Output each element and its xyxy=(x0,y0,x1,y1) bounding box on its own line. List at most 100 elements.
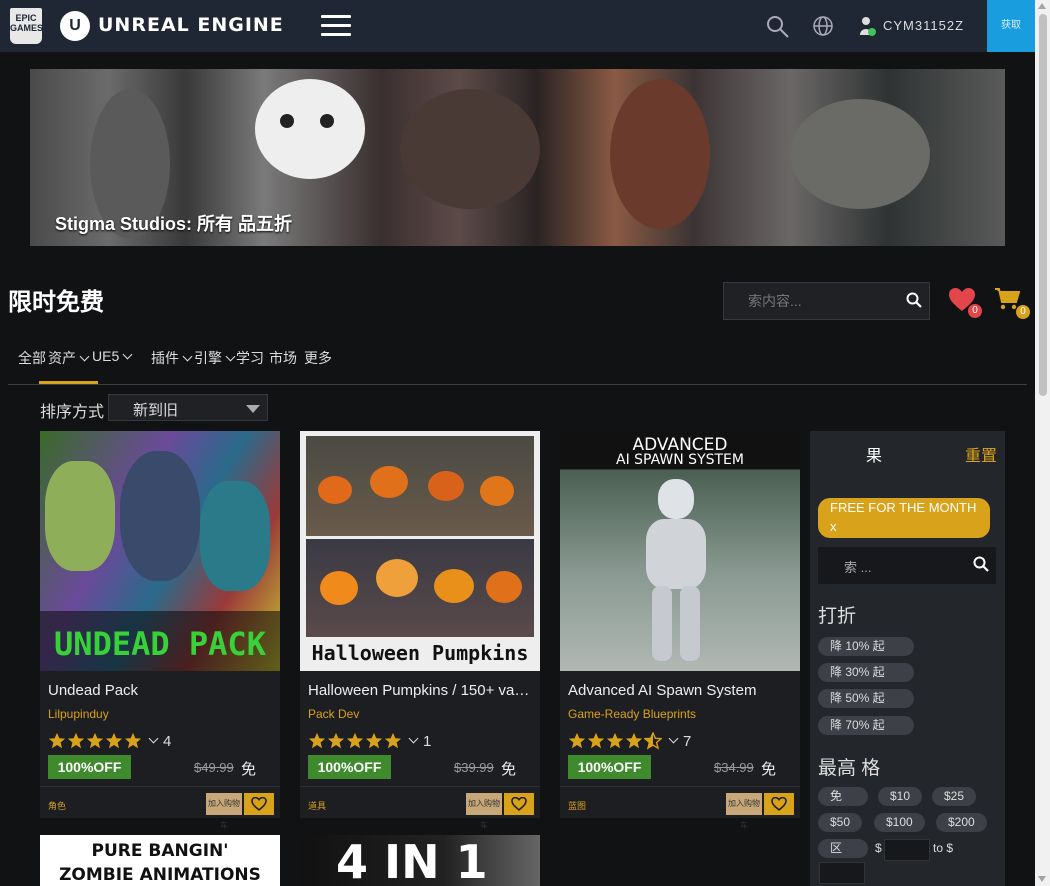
discount-option[interactable]: 降 30% 起 xyxy=(818,663,914,682)
reset-filters-button[interactable]: 重置 xyxy=(965,442,997,466)
unreal-engine-logo-icon[interactable]: U xyxy=(60,11,90,41)
original-price: $39.99 xyxy=(454,760,494,775)
discount-option[interactable]: 降 10% 起 xyxy=(818,637,914,656)
add-to-cart-button[interactable]: 加入购物车 xyxy=(206,793,242,830)
heart-icon xyxy=(251,797,267,811)
rating-stars: 7 xyxy=(568,730,691,752)
thumbnail-title-line2: ZOMBIE ANIMATIONS xyxy=(59,865,261,885)
product-card[interactable]: Halloween Pumpkins Halloween Pumpkins / … xyxy=(300,431,540,830)
chevron-down-icon xyxy=(122,349,133,360)
epic-games-logo[interactable]: EPIC GAMES xyxy=(10,8,44,44)
site-title[interactable]: UNREAL ENGINE xyxy=(98,14,284,36)
price-option[interactable]: $10 xyxy=(878,787,923,806)
product-seller[interactable]: Lilpupinduy xyxy=(48,707,109,721)
original-price: $34.99 xyxy=(714,760,754,775)
star-icon xyxy=(86,732,104,749)
price-option[interactable]: 免 xyxy=(818,787,868,806)
scroll-up-arrow-icon[interactable] xyxy=(1038,3,1046,9)
search-input[interactable] xyxy=(724,283,899,319)
add-to-cart-button[interactable]: 加入购物车 xyxy=(726,793,762,830)
sale-price: 免 xyxy=(761,761,777,778)
product-thumbnail[interactable]: ADVANCED AI SPAWN SYSTEM xyxy=(560,431,800,671)
wishlist-button[interactable] xyxy=(504,793,534,815)
add-to-cart-button[interactable]: 加入购物车 xyxy=(466,793,502,830)
content-search[interactable] xyxy=(723,282,930,320)
tab-ue5[interactable]: UE5 xyxy=(92,348,133,384)
menu-icon[interactable] xyxy=(321,15,351,37)
active-filter-chip[interactable]: FREE FOR THE MONTH x xyxy=(818,498,990,538)
user-icon[interactable] xyxy=(857,15,877,37)
price-min-input[interactable] xyxy=(884,839,930,861)
product-name[interactable]: Halloween Pumpkins / 150+ variations xyxy=(308,682,534,699)
sale-price: 免 xyxy=(501,761,517,778)
product-name[interactable]: Undead Pack xyxy=(48,682,274,699)
filter-panel: 果 重置 FREE FOR THE MONTH x 索 ... 打折 降 10%… xyxy=(810,431,1005,886)
thumbnail-title: UNDEAD PACK xyxy=(54,625,266,663)
product-thumbnail[interactable]: 4 IN 1 xyxy=(300,835,540,886)
epic-logo-text: EPIC GAMES xyxy=(10,13,44,33)
product-thumbnail[interactable]: UNDEAD PACK xyxy=(40,431,280,671)
price-option[interactable]: $200 xyxy=(936,813,987,832)
tab-learn[interactable]: 学习 xyxy=(236,348,264,384)
globe-icon[interactable] xyxy=(812,15,834,37)
product-thumbnail[interactable]: Halloween Pumpkins xyxy=(300,431,540,671)
get-button[interactable]: 获取 xyxy=(987,0,1035,52)
chevron-down-icon[interactable] xyxy=(408,733,419,743)
discount-badge: 100%OFF xyxy=(308,755,391,779)
product-card[interactable]: UNDEAD PACK Undead Pack Lilpupinduy 4 10… xyxy=(40,431,280,830)
chevron-down-icon xyxy=(182,351,193,362)
thumbnail-title: Halloween Pumpkins xyxy=(311,641,529,665)
tab-more[interactable]: 更多 xyxy=(304,348,332,384)
rating-count: 7 xyxy=(683,732,692,750)
product-name[interactable]: Advanced AI Spawn System xyxy=(568,682,794,699)
range-to-label: to $ xyxy=(933,841,954,855)
tab-market[interactable]: 市场 xyxy=(269,348,297,384)
tab-engine[interactable]: 引擎 xyxy=(194,348,236,384)
tab-plugins[interactable]: 插件 xyxy=(151,348,193,384)
dropdown-arrow-icon xyxy=(246,405,260,413)
sort-dropdown[interactable]: 新到旧 xyxy=(108,394,268,421)
product-category[interactable]: 角色 xyxy=(48,799,66,812)
rating-count: 1 xyxy=(423,732,432,750)
chevron-down-icon[interactable] xyxy=(668,733,679,743)
chevron-down-icon[interactable] xyxy=(148,733,159,743)
star-icon xyxy=(346,732,364,749)
search-icon[interactable] xyxy=(906,292,922,308)
scrollbar-thumb[interactable] xyxy=(1039,14,1047,396)
star-icon xyxy=(105,732,123,749)
discount-option[interactable]: 降 50% 起 xyxy=(818,689,914,708)
wishlist-button[interactable] xyxy=(764,793,794,815)
price-option[interactable]: $100 xyxy=(874,813,925,832)
price-option[interactable]: $50 xyxy=(818,813,863,832)
price-range-button[interactable]: 区 xyxy=(818,839,868,858)
skull-shape xyxy=(255,79,365,179)
heart-icon xyxy=(771,797,787,811)
chevron-down-icon xyxy=(79,351,90,362)
scroll-down-arrow-icon[interactable] xyxy=(1038,876,1046,882)
star-icon xyxy=(606,732,624,749)
product-category[interactable]: 道具 xyxy=(308,799,326,812)
filter-search-placeholder: 索 ... xyxy=(844,560,872,575)
tab-assets[interactable]: 资产 xyxy=(39,348,98,384)
user-name[interactable]: CYM31152Z xyxy=(883,18,964,33)
price-option[interactable]: $25 xyxy=(932,787,977,806)
discount-section-title: 打折 xyxy=(818,606,857,627)
price-max-input[interactable] xyxy=(819,862,865,884)
product-category[interactable]: 蓝图 xyxy=(568,799,586,812)
product-seller[interactable]: Pack Dev xyxy=(308,707,359,721)
search-icon[interactable] xyxy=(973,556,989,572)
price-section-title: 最高 格 xyxy=(818,758,881,779)
product-thumbnail[interactable]: PURE BANGIN' ZOMBIE ANIMATIONS xyxy=(40,835,280,886)
product-seller[interactable]: Game-Ready Blueprints xyxy=(568,707,696,721)
wishlist-button[interactable] xyxy=(244,793,274,815)
star-icon xyxy=(308,732,326,749)
search-icon[interactable] xyxy=(765,14,791,40)
discount-option[interactable]: 降 70% 起 xyxy=(818,716,914,735)
filter-search[interactable]: 索 ... xyxy=(818,547,996,584)
product-card[interactable]: ADVANCED AI SPAWN SYSTEM Advanced AI Spa… xyxy=(560,431,800,830)
star-icon xyxy=(568,732,586,749)
sort-selected-value: 新到旧 xyxy=(133,402,179,419)
star-icon xyxy=(327,732,345,749)
range-from-label: $ xyxy=(875,841,882,855)
star-icon xyxy=(587,732,605,749)
